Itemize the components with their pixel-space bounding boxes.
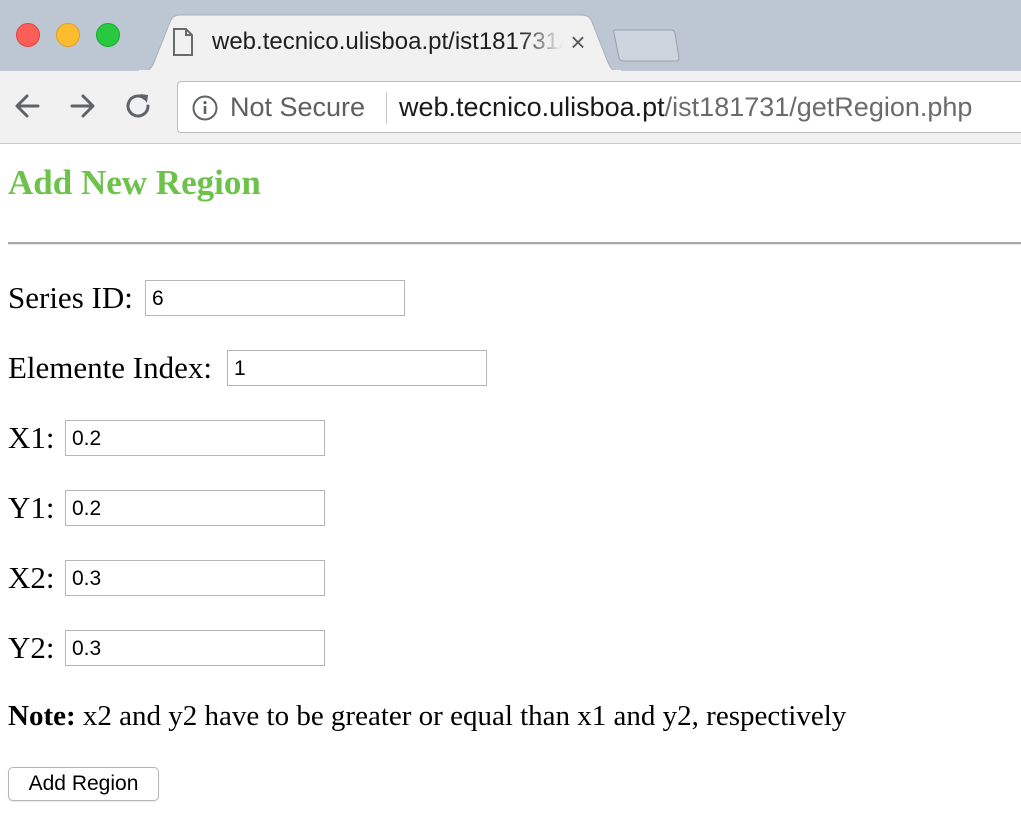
url-host: web.tecnico.ulisboa.pt (399, 92, 665, 122)
x1-label: X1: (8, 420, 55, 455)
window-close-button[interactable] (16, 23, 40, 47)
page-title: Add New Region (8, 163, 261, 202)
y2-input[interactable] (65, 630, 325, 666)
tab-title: web.tecnico.ulisboa.pt/ist181731/getRegi… (212, 28, 562, 55)
info-icon[interactable] (192, 95, 218, 121)
element-index-input[interactable] (227, 350, 487, 386)
note-prefix: Note: (8, 700, 76, 732)
y1-input[interactable] (65, 490, 325, 526)
series-id-label: Series ID: (8, 280, 133, 315)
reload-icon[interactable] (124, 91, 154, 121)
y1-label: Y1: (8, 490, 55, 525)
new-tab-button[interactable] (612, 28, 682, 62)
series-id-input[interactable] (145, 280, 405, 316)
page-icon (173, 28, 193, 56)
horizontal-rule (8, 242, 1021, 245)
x2-label: X2: (8, 560, 55, 595)
back-arrow-icon[interactable] (12, 91, 42, 121)
browser-toolbar: Not Secure web.tecnico.ulisboa.pt/ist181… (0, 71, 1021, 144)
url-text[interactable]: web.tecnico.ulisboa.pt/ist181731/getRegi… (399, 91, 972, 123)
tab-strip: web.tecnico.ulisboa.pt/ist181731/getRegi… (0, 0, 1021, 72)
security-label[interactable]: Not Secure (230, 91, 365, 123)
address-bar[interactable]: Not Secure web.tecnico.ulisboa.pt/ist181… (177, 81, 1021, 133)
x1-input[interactable] (65, 420, 325, 456)
browser-tab[interactable]: web.tecnico.ulisboa.pt/ist181731/getRegi… (138, 14, 622, 72)
url-path: /ist181731/getRegion.php (664, 92, 973, 122)
forward-arrow-icon[interactable] (68, 91, 98, 121)
window-zoom-button[interactable] (96, 23, 120, 47)
add-region-button[interactable]: Add Region (8, 767, 159, 801)
address-bar-divider (386, 92, 387, 124)
y2-label: Y2: (8, 630, 55, 665)
window-minimize-button[interactable] (56, 23, 80, 47)
validation-note: Note: x2 and y2 have to be greater or eq… (8, 698, 846, 734)
page-content: Add New Region Series ID: Elemente Index… (0, 145, 1021, 816)
tab-close-icon[interactable]: × (565, 27, 591, 57)
x2-input[interactable] (65, 560, 325, 596)
note-text: x2 and y2 have to be greater or equal th… (75, 700, 847, 732)
element-index-label: Elemente Index: (8, 350, 212, 385)
